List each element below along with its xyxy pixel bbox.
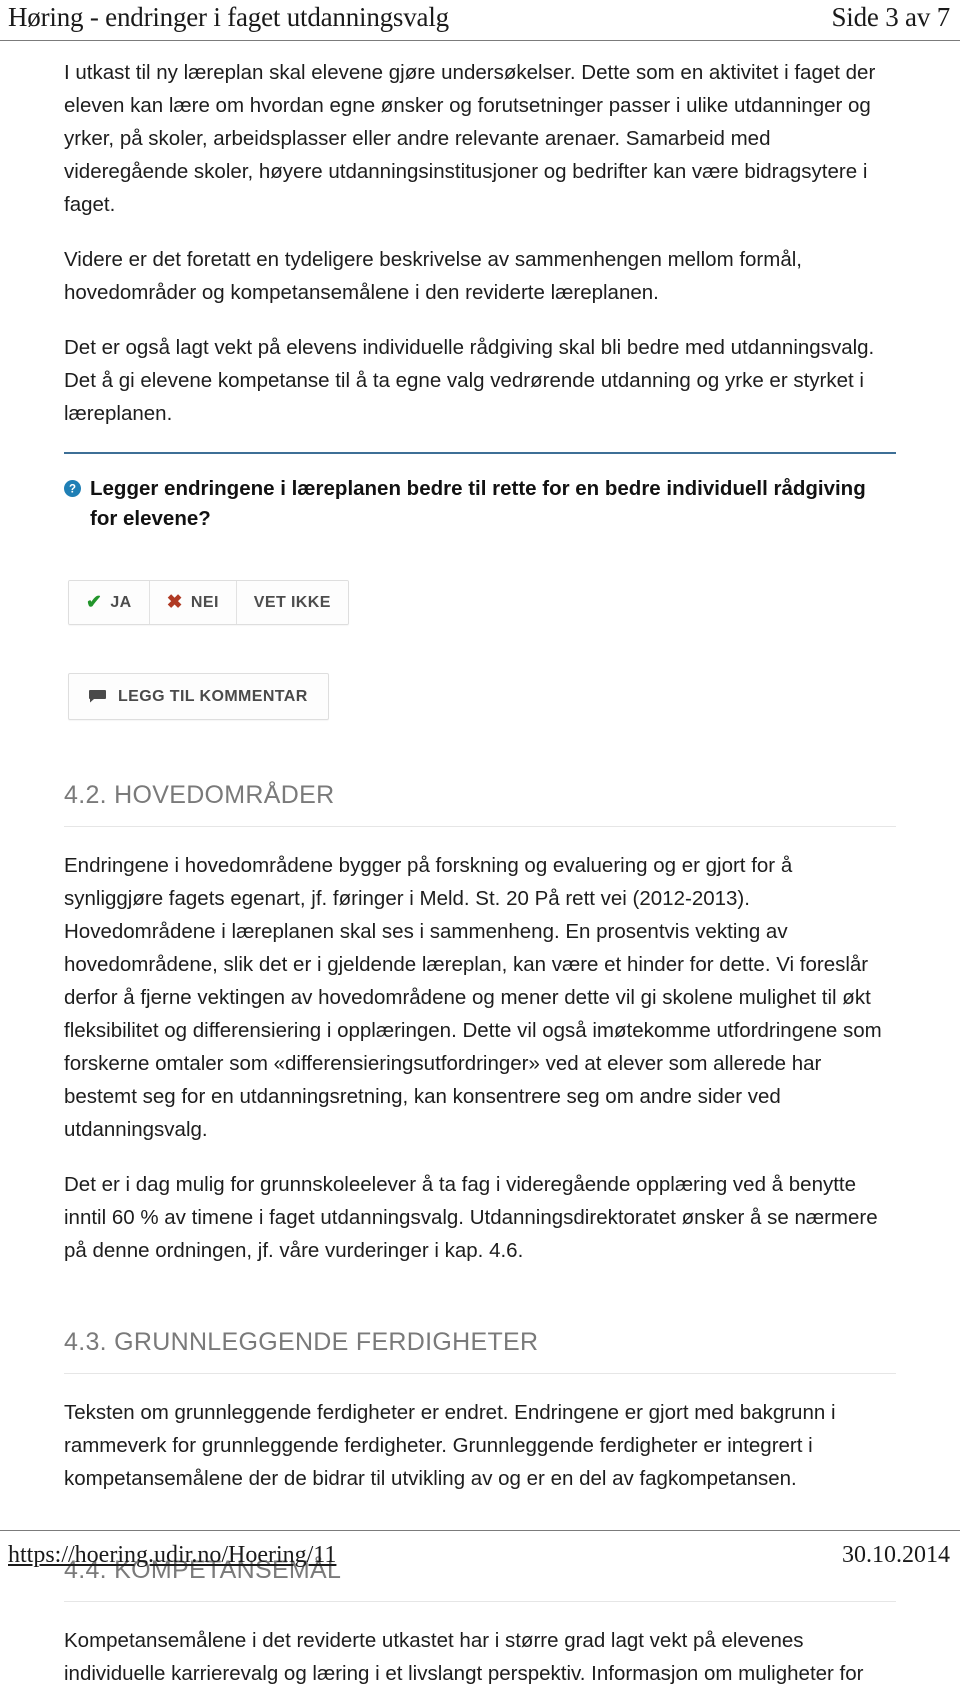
answer-label-vet-ikke: VET IKKE — [253, 593, 331, 611]
checkmark-icon: ✔ — [86, 592, 103, 613]
cross-icon: ✖ — [166, 592, 183, 613]
answer-button-ja[interactable]: ✔ JA — [69, 581, 150, 624]
footer-divider — [0, 1530, 960, 1531]
document-content: I utkast til ny læreplan skal elevene gj… — [64, 56, 896, 1690]
section-paragraph: Det er i dag mulig for grunnskoleelever … — [64, 1173, 878, 1262]
page-header-title: Høring - endringer i faget utdanningsval… — [8, 2, 449, 32]
answer-label-ja: JA — [110, 593, 132, 611]
answer-label-nei: NEI — [190, 593, 219, 611]
section-paragraph: Endringene i hovedområdene bygger på for… — [64, 854, 882, 1141]
section-paragraph: Kompetansemålene i det reviderte utkaste… — [64, 1629, 864, 1685]
question-divider — [64, 452, 896, 454]
svg-text:?: ? — [69, 484, 76, 496]
footer-url[interactable]: https://hoering.udir.no/Hoering/11 — [8, 1542, 336, 1569]
page-number-label: Side 3 av 7 — [831, 2, 950, 32]
answer-button-vet-ikke[interactable]: VET IKKE — [236, 581, 348, 624]
intro-paragraph-2: Videre er det foretatt en tydeligere bes… — [64, 248, 802, 304]
section-title-grunnleggende-ferdigheter: 4.3. GRUNNLEGGENDE FERDIGHETER — [64, 1328, 539, 1356]
question-row: ? Legger endringene i læreplanen bedre t… — [64, 474, 896, 534]
page-header: Høring - endringer i faget utdanningsval… — [0, 0, 960, 42]
answer-button-nei[interactable]: ✖ NEI — [149, 581, 237, 624]
question-block: ? Legger endringene i læreplanen bedre t… — [64, 452, 896, 720]
question-text: Legger endringene i læreplanen bedre til… — [90, 477, 866, 530]
question-mark-circle-icon: ? — [64, 480, 81, 497]
section-title-hovedomrader: 4.2. HOVEDOMRÅDER — [64, 781, 335, 809]
section-divider — [64, 1601, 896, 1602]
intro-paragraph-3: Det er også lagt vekt på elevens individ… — [64, 336, 875, 425]
comment-bubble-icon — [89, 690, 106, 703]
page-footer: https://hoering.udir.no/Hoering/11 30.10… — [0, 1530, 960, 1582]
section-hovedomrader: 4.2. HOVEDOMRÅDER Endringene i hovedområ… — [64, 778, 896, 1267]
footer-date: 30.10.2014 — [842, 1542, 950, 1568]
section-paragraph: Teksten om grunnleggende ferdigheter er … — [64, 1401, 836, 1490]
header-divider — [0, 40, 960, 41]
section-divider — [64, 1373, 896, 1374]
intro-paragraph-1: I utkast til ny læreplan skal elevene gj… — [64, 61, 876, 216]
section-grunnleggende-ferdigheter: 4.3. GRUNNLEGGENDE FERDIGHETER Teksten o… — [64, 1325, 896, 1495]
section-divider — [64, 826, 896, 827]
answer-button-group: ✔ JA ✖ NEI VET IKKE — [68, 580, 349, 625]
add-comment-button[interactable]: LEGG TIL KOMMENTAR — [68, 673, 329, 720]
add-comment-label: LEGG TIL KOMMENTAR — [118, 687, 308, 705]
